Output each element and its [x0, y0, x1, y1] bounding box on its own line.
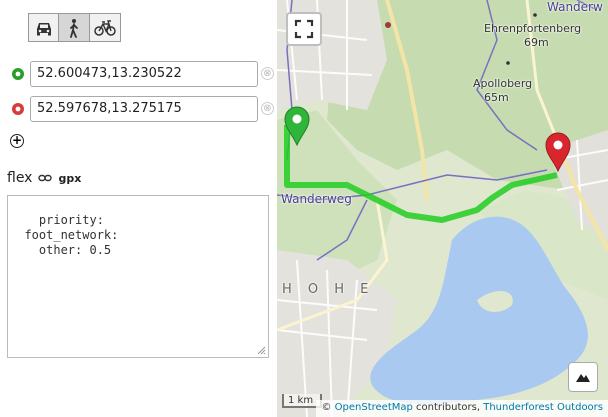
- fullscreen-button[interactable]: [286, 12, 322, 46]
- start-marker-icon: [12, 68, 24, 80]
- add-point-button[interactable]: +: [10, 134, 24, 148]
- elevation-profile-button[interactable]: [568, 362, 598, 392]
- profile-options: flex gpx: [7, 170, 81, 186]
- custom-model-text: priority: foot_network: other: 0.5: [24, 213, 119, 257]
- place-label: Apolloberg: [473, 77, 533, 90]
- flex-label: flex: [7, 170, 33, 186]
- trail-label: Wanderw: [547, 0, 603, 14]
- map-attribution: © OpenStreetMap contributors, Thunderfor…: [316, 400, 608, 417]
- end-point-input[interactable]: 52.597678,13.275175: [30, 96, 258, 122]
- routing-sidebar: 52.600473,13.230522 ⊗ 52.597678,13.27517…: [0, 0, 276, 417]
- walking-icon: [70, 18, 78, 38]
- bike-mode-button[interactable]: [90, 13, 121, 42]
- travel-mode-selector: [28, 13, 121, 42]
- link-icon[interactable]: [38, 173, 53, 183]
- clear-start-button[interactable]: ⊗: [261, 67, 274, 80]
- foot-mode-button[interactable]: [59, 13, 90, 42]
- start-point-row: 52.600473,13.230522 ⊗: [0, 61, 276, 87]
- resize-grip-icon[interactable]: [256, 345, 266, 355]
- osm-link[interactable]: OpenStreetMap: [335, 402, 413, 413]
- car-mode-button[interactable]: [28, 13, 59, 42]
- mountain-icon: [576, 374, 590, 382]
- clear-end-button[interactable]: ⊗: [261, 102, 274, 115]
- trail-label: Wanderweg: [281, 192, 352, 206]
- place-label: Ehrenpfortenberg: [484, 22, 582, 35]
- map-tiles: [277, 0, 608, 417]
- start-pin-icon[interactable]: [284, 106, 310, 146]
- contributors-text: contributors,: [416, 402, 481, 413]
- area-label: H O H E: [282, 282, 375, 297]
- fullscreen-icon: [294, 19, 314, 39]
- gpx-export-link[interactable]: gpx: [58, 172, 81, 185]
- start-point-input[interactable]: 52.600473,13.230522: [30, 61, 258, 87]
- end-point-row: 52.597678,13.275175 ⊗: [0, 96, 276, 122]
- copyright-symbol: ©: [321, 402, 332, 413]
- elevation-label: 65m: [484, 91, 509, 104]
- custom-model-editor[interactable]: priority: foot_network: other: 0.5: [7, 195, 269, 358]
- elevation-label: 69m: [524, 36, 549, 49]
- car-icon: [36, 22, 51, 35]
- end-marker-icon: [12, 103, 24, 115]
- bicycle-icon: [94, 19, 116, 36]
- map-view[interactable]: Ehrenpfortenberg 69m Apolloberg 65m Wand…: [277, 0, 608, 417]
- end-pin-icon[interactable]: [545, 132, 571, 172]
- thunderforest-link[interactable]: Thunderforest Outdoors: [483, 402, 603, 413]
